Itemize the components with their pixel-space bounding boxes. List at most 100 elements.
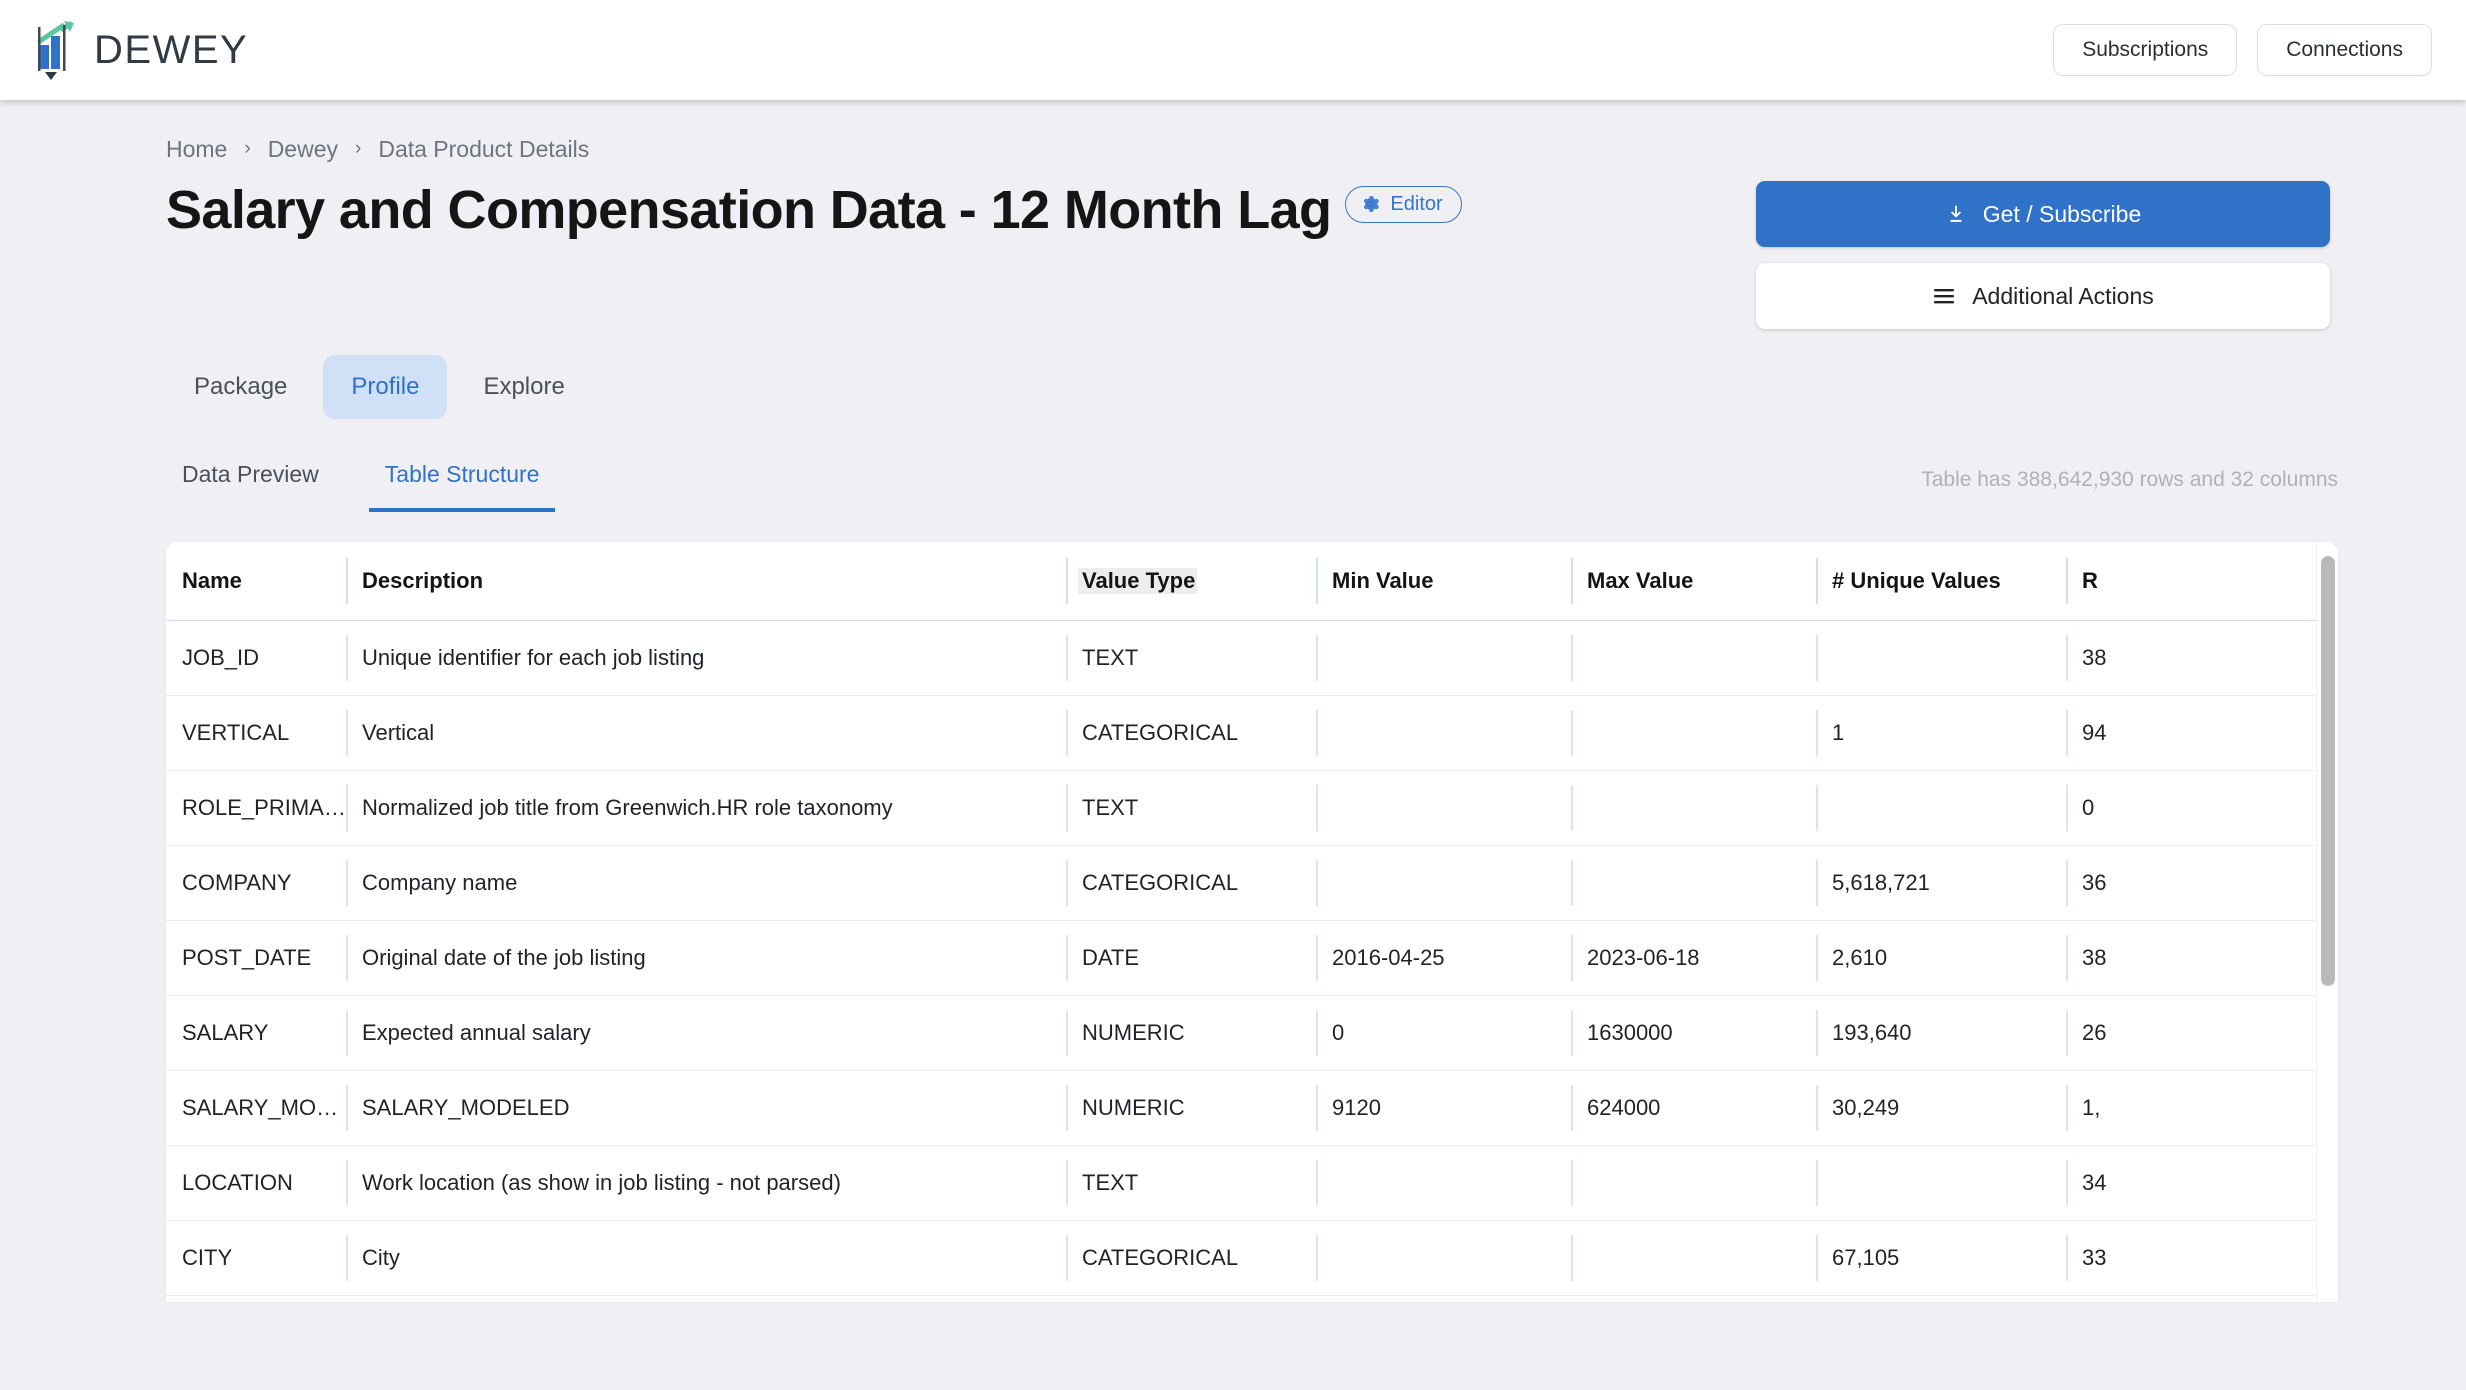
download-icon xyxy=(1945,202,1967,226)
cell-value-type: TEXT xyxy=(1066,1145,1316,1221)
breadcrumb-separator-icon: › xyxy=(355,137,362,159)
editor-badge[interactable]: Editor xyxy=(1345,185,1462,223)
table-row-column-count: Table has 388,642,930 rows and 32 column… xyxy=(1921,468,2338,491)
brand-logo[interactable]: DEWEY xyxy=(30,19,248,81)
column-header-description[interactable]: Description xyxy=(346,542,1066,621)
table-header: Name Description Value Type Min Value Ma… xyxy=(166,542,2338,621)
cell-unique-values: 5,618,721 xyxy=(1816,845,2066,921)
cell-description: SALARY_MODELED xyxy=(346,1070,1066,1146)
gear-icon xyxy=(1360,194,1380,214)
cell-unique-values: 193,640 xyxy=(1816,995,2066,1071)
cell-min-value xyxy=(1316,1220,1571,1296)
cell-value-type: TEXT xyxy=(1066,770,1316,846)
cell-min-value xyxy=(1316,1145,1571,1221)
table-header-row: Name Description Value Type Min Value Ma… xyxy=(166,542,2338,621)
cell-max-value xyxy=(1571,620,1816,696)
cell-name: STATE xyxy=(166,1295,346,1302)
column-header-unique-values[interactable]: # Unique Values xyxy=(1816,542,2066,621)
table-row[interactable]: VERTICAL Vertical CATEGORICAL 1 94 xyxy=(166,695,2338,771)
table-structure-table: Name Description Value Type Min Value Ma… xyxy=(166,542,2338,1302)
brand-wordmark: DEWEY xyxy=(94,27,249,72)
editor-badge-label: Editor xyxy=(1390,192,1443,215)
tab-data-preview[interactable]: Data Preview xyxy=(166,461,335,512)
tab-profile[interactable]: Profile xyxy=(323,355,448,419)
cell-value-type: DATE xyxy=(1066,920,1316,996)
breadcrumb-separator-icon: › xyxy=(244,137,251,159)
cell-value-type: NUMERIC xyxy=(1066,995,1316,1071)
cell-value-type: CATEGORICAL xyxy=(1066,1295,1316,1302)
cell-unique-values xyxy=(1816,620,2066,696)
cell-description: Company name xyxy=(346,845,1066,921)
table-row[interactable]: JOB_ID Unique identifier for each job lis… xyxy=(166,620,2338,696)
cell-description: State xyxy=(346,1295,1066,1302)
page-title: Salary and Compensation Data - 12 Month … xyxy=(166,180,1332,240)
table-row[interactable]: CITY City CATEGORICAL 67,105 33 xyxy=(166,1220,2338,1296)
table-row[interactable]: STATEStateCATEGORICAL 19233 xyxy=(166,1295,2338,1302)
cell-value-type: CATEGORICAL xyxy=(1066,1220,1316,1296)
cell-name: JOB_ID xyxy=(166,620,346,696)
cell-name: POST_DATE xyxy=(166,920,346,996)
cell-rows: 33 xyxy=(2066,1295,2338,1302)
table-row[interactable]: ROLE_PRIMARY Normalized job title from Gr… xyxy=(166,770,2338,846)
cell-unique-values: 30,249 xyxy=(1816,1070,2066,1146)
additional-actions-button[interactable]: Additional Actions xyxy=(1756,263,2330,329)
table-vertical-scrollbar[interactable] xyxy=(2316,542,2338,1302)
sub-tab-row: Data Preview Table Structure Table has 3… xyxy=(40,461,2426,512)
get-subscribe-button[interactable]: Get / Subscribe xyxy=(1756,181,2330,247)
cell-max-value xyxy=(1571,1145,1816,1221)
table-row[interactable]: LOCATION Work location (as show in job li… xyxy=(166,1145,2338,1221)
cell-rows: 26 xyxy=(2066,995,2338,1071)
cell-description: Original date of the job listing xyxy=(346,920,1066,996)
page-actions: Get / Subscribe Additional Actions xyxy=(1756,181,2426,329)
cell-description: Vertical xyxy=(346,695,1066,771)
breadcrumb-item-home[interactable]: Home xyxy=(166,136,227,163)
column-header-name[interactable]: Name xyxy=(166,542,346,621)
dewey-bar-chart-arrow-logo-icon xyxy=(34,19,80,81)
sub-tabs: Data Preview Table Structure xyxy=(166,461,556,512)
cell-value-type: CATEGORICAL xyxy=(1066,695,1316,771)
table-row[interactable]: POST_DATE Original date of the job listin… xyxy=(166,920,2338,996)
cell-max-value xyxy=(1571,770,1816,846)
table-row[interactable]: SALARY_MODEL...SALARY_MODELEDNUMERIC9120… xyxy=(166,1070,2338,1146)
table-row[interactable]: SALARY Expected annual salary NUMERIC 0 1630… xyxy=(166,995,2338,1071)
cell-value-type: CATEGORICAL xyxy=(1066,845,1316,921)
cell-max-value: 2023-06-18 xyxy=(1571,920,1816,996)
cell-min-value xyxy=(1316,695,1571,771)
cell-name: CITY xyxy=(166,1220,346,1296)
tab-package[interactable]: Package xyxy=(166,355,315,419)
cell-rows: 0 xyxy=(2066,770,2338,846)
subscriptions-button[interactable]: Subscriptions xyxy=(2053,24,2238,76)
hamburger-menu-icon xyxy=(1932,286,1956,306)
breadcrumb-item-dewey[interactable]: Dewey xyxy=(268,136,338,163)
cell-max-value xyxy=(1571,695,1816,771)
table-vertical-scrollbar-thumb[interactable] xyxy=(2321,556,2335,986)
page-title-block: Salary and Compensation Data - 12 Month … xyxy=(166,179,1462,242)
cell-name: LOCATION xyxy=(166,1145,346,1221)
cell-min-value xyxy=(1316,845,1571,921)
cell-unique-values: 67,105 xyxy=(1816,1220,2066,1296)
connections-button[interactable]: Connections xyxy=(2257,24,2432,76)
cell-max-value: 1630000 xyxy=(1571,995,1816,1071)
tab-table-structure[interactable]: Table Structure xyxy=(368,461,556,512)
table-structure-panel: Name Description Value Type Min Value Ma… xyxy=(166,542,2338,1302)
table-body: JOB_ID Unique identifier for each job lis… xyxy=(166,620,2338,1302)
cell-description: Normalized job title from Greenwich.HR r… xyxy=(346,770,1066,846)
breadcrumb-item-data-product-details[interactable]: Data Product Details xyxy=(378,136,589,163)
column-header-max-value[interactable]: Max Value xyxy=(1571,542,1816,621)
cell-unique-values: 2,610 xyxy=(1816,920,2066,996)
column-header-min-value[interactable]: Min Value xyxy=(1316,542,1571,621)
cell-rows: 33 xyxy=(2066,1220,2338,1296)
additional-actions-label: Additional Actions xyxy=(1972,282,2154,309)
column-header-rows[interactable]: R xyxy=(2066,542,2338,621)
cell-min-value xyxy=(1316,1295,1571,1302)
breadcrumb: Home › Dewey › Data Product Details xyxy=(40,100,2426,163)
table-row[interactable]: COMPANY Company name CATEGORICAL 5,618,721 3… xyxy=(166,845,2338,921)
cell-rows: 94 xyxy=(2066,695,2338,771)
cell-unique-values: 192 xyxy=(1816,1295,2066,1302)
column-header-value-type[interactable]: Value Type xyxy=(1066,542,1316,621)
cell-max-value: 624000 xyxy=(1571,1070,1816,1146)
tab-explore[interactable]: Explore xyxy=(455,355,592,419)
cell-max-value xyxy=(1571,1295,1816,1302)
cell-rows: 34 xyxy=(2066,1145,2338,1221)
cell-name: SALARY_MODEL... xyxy=(166,1070,346,1146)
